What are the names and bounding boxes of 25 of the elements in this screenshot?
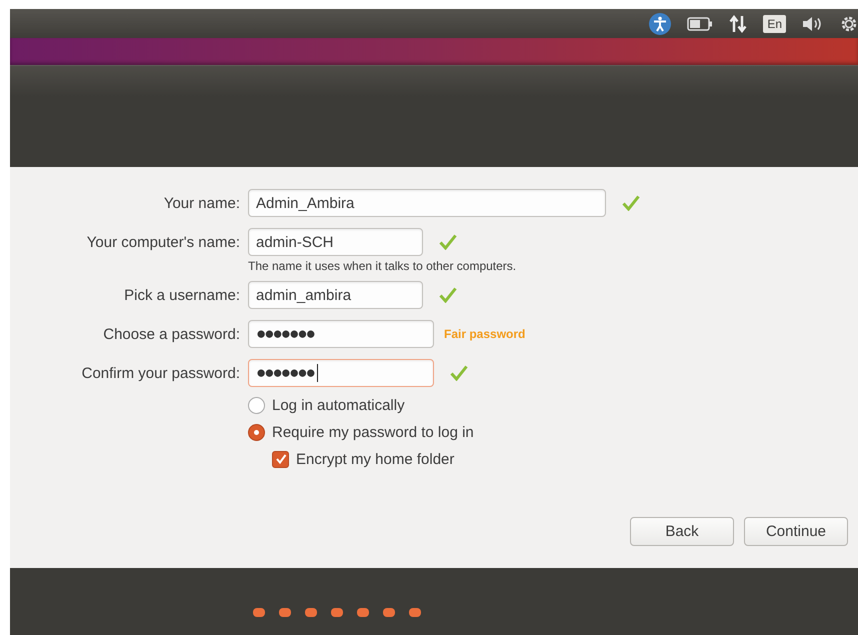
field-label: Your name: bbox=[162, 194, 240, 212]
password-strength: Fair password bbox=[444, 327, 526, 341]
option-label[interactable]: Require my password to log in bbox=[272, 424, 474, 440]
checkbox-label[interactable]: Encrypt my home folder bbox=[296, 450, 454, 468]
field-label: Your computer's name: bbox=[86, 234, 240, 250]
field-hint: The name it uses when it talks to other computers. bbox=[248, 259, 518, 273]
field-label: Pick a username: bbox=[123, 286, 240, 304]
input-field[interactable]: admin-SCH bbox=[248, 228, 423, 256]
field-label: Confirm your password: bbox=[80, 364, 240, 382]
accessibility-icon[interactable] bbox=[649, 12, 672, 34]
network-arrows-icon[interactable] bbox=[729, 14, 748, 32]
input-field[interactable]: ●●●●●●● bbox=[248, 320, 434, 348]
keyboard-layout-indicator[interactable]: En bbox=[763, 14, 786, 32]
battery-icon[interactable] bbox=[687, 16, 714, 30]
input-field[interactable]: ●●●●●●● bbox=[248, 359, 434, 387]
option-label[interactable]: Log in automatically bbox=[272, 396, 405, 414]
input-field[interactable]: admin_ambira bbox=[248, 281, 423, 309]
field-label: Choose a password: bbox=[102, 326, 240, 342]
radio-button[interactable] bbox=[248, 424, 265, 440]
gear-icon[interactable] bbox=[840, 14, 858, 32]
back-button[interactable]: Back bbox=[630, 517, 734, 546]
checkbox[interactable] bbox=[272, 450, 289, 468]
continue-button[interactable]: Continue bbox=[744, 517, 848, 546]
input-field[interactable]: Admin_Ambira bbox=[248, 189, 606, 217]
radio-button[interactable] bbox=[248, 396, 265, 414]
